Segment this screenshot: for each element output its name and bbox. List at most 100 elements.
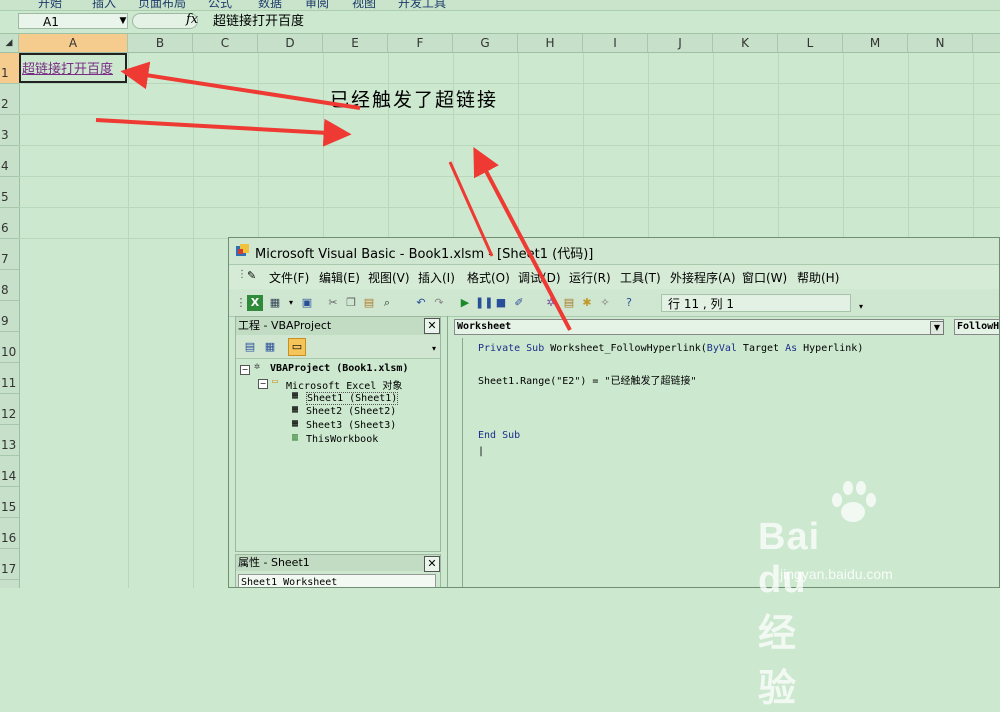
col-header-n[interactable]: N [908,34,973,52]
paste-icon[interactable]: ▤ [361,295,377,311]
ribbon-tab-formulas[interactable]: 公式 [208,0,232,10]
col-header-k[interactable]: K [713,34,778,52]
toolbox-icon[interactable]: ✧ [597,295,613,311]
row-header-12[interactable]: 12 [0,394,19,425]
col-header-h[interactable]: H [518,34,583,52]
row-header-7[interactable]: 7 [0,239,19,270]
row-header-13[interactable]: 13 [0,425,19,456]
row-header-5[interactable]: 5 [0,177,19,208]
col-header-j[interactable]: J [648,34,713,52]
ribbon-tab-insert[interactable]: 插入 [92,0,116,10]
object-select-dropdown-icon[interactable]: ▼ [930,321,944,335]
formula-input[interactable]: 超链接打开百度 [213,13,304,30]
row-header-17[interactable]: 17 [0,549,19,580]
run-icon[interactable]: ▶ [457,295,473,311]
col-header-d[interactable]: D [258,34,323,52]
col-header-e[interactable]: E [323,34,388,52]
properties-window-icon[interactable]: ▤ [561,295,577,311]
tree-node-sheet1[interactable]: Sheet1 (Sheet1) [306,392,399,405]
insert-userform-icon[interactable]: ▦ [267,295,283,311]
reset-icon[interactable]: ■ [493,295,509,311]
select-all-corner[interactable]: ◢ [0,34,19,52]
menu-window[interactable]: 窗口(W) [742,269,787,286]
hyperlink-cell-a1[interactable]: 超链接打开百度 [22,58,113,77]
name-box-dropdown-icon[interactable]: ▼ [116,13,130,29]
menu-edit[interactable]: 编辑(E) [319,269,360,286]
find-icon[interactable]: ⌕ [379,295,395,311]
row-header-14[interactable]: 14 [0,456,19,487]
copy-icon[interactable]: ❐ [343,295,359,311]
menu-file[interactable]: 文件(F) [269,269,309,286]
save-icon[interactable]: ▣ [299,295,315,311]
project-pane-options-icon[interactable]: ▾ [426,341,442,357]
menu-addins[interactable]: 外接程序(A) [670,269,736,286]
ribbon-tab-page-layout[interactable]: 页面布局 [138,0,186,10]
insert-dropdown-icon[interactable]: ▾ [283,295,299,311]
view-code-icon[interactable]: ▤ [242,339,258,355]
properties-pane-close-icon[interactable]: ✕ [424,556,440,572]
row-header-10[interactable]: 10 [0,332,19,363]
code-line-range-assign[interactable]: Sheet1.Range("E2") = "已经触发了超链接" [478,372,696,387]
menu-run[interactable]: 运行(R) [569,269,611,286]
row-header-8[interactable]: 8 [0,270,19,301]
row-header-6[interactable]: 6 [0,208,19,239]
tree-node-sheet3[interactable]: Sheet3 (Sheet3) [306,420,396,431]
row-header-3[interactable]: 3 [0,115,19,146]
col-header-l[interactable]: L [778,34,843,52]
procedure-select[interactable]: FollowHyperlink [954,319,999,335]
col-header-i[interactable]: I [583,34,648,52]
redo-icon[interactable]: ↷ [431,295,447,311]
col-header-g[interactable]: G [453,34,518,52]
menu-debug[interactable]: 调试(D) [518,269,561,286]
row-header-9[interactable]: 9 [0,301,19,332]
menu-format[interactable]: 格式(O) [467,269,510,286]
object-browser-icon[interactable]: ✱ [579,295,595,311]
properties-object-select[interactable]: Sheet1 Worksheet [238,574,436,587]
vbe-menu-icon[interactable]: ✎ [247,269,256,282]
design-mode-icon[interactable]: ✐ [511,295,527,311]
code-line-sub-header[interactable]: Private Sub Worksheet_FollowHyperlink(By… [478,343,863,354]
toolbar-options-icon[interactable]: ▾ [853,299,869,315]
help-icon[interactable]: ? [621,295,637,311]
menu-insert[interactable]: 插入(I) [418,269,455,286]
toggle-folders-icon[interactable]: ▭ [288,338,306,356]
menu-view[interactable]: 视图(V) [368,269,410,286]
tree-node-excel-objects[interactable]: Microsoft Excel 对象 [286,377,402,392]
view-excel-icon[interactable]: X [247,295,263,311]
name-box[interactable]: A1 [18,13,128,29]
project-explorer-icon[interactable]: ✲ [543,295,559,311]
undo-icon[interactable]: ↶ [413,295,429,311]
col-header-b[interactable]: B [128,34,193,52]
menu-tools[interactable]: 工具(T) [620,269,661,286]
row-header-16[interactable]: 16 [0,518,19,549]
menu-help[interactable]: 帮助(H) [797,269,839,286]
ribbon-tab-data[interactable]: 数据 [258,0,282,10]
project-pane-close-icon[interactable]: ✕ [424,318,440,334]
tree-collapse-icon[interactable]: − [240,365,250,375]
col-header-a[interactable]: A [19,34,128,52]
col-header-f[interactable]: F [388,34,453,52]
tree-node-vbaproject[interactable]: VBAProject (Book1.xlsm) [270,363,408,374]
tree-node-thisworkbook[interactable]: ThisWorkbook [306,434,378,445]
code-line-end-sub[interactable]: End Sub [478,430,520,441]
row-header-4[interactable]: 4 [0,146,19,177]
cut-icon[interactable]: ✂ [325,295,341,311]
col-header-m[interactable]: M [843,34,908,52]
vbe-title-bar[interactable]: Microsoft Visual Basic - Book1.xlsm - [S… [229,238,999,265]
tree-collapse-icon[interactable]: − [258,379,268,389]
tree-node-sheet2[interactable]: Sheet2 (Sheet2) [306,406,396,417]
ribbon-tab-home[interactable]: 开始 [38,0,62,10]
col-header-c[interactable]: C [193,34,258,52]
row-header-15[interactable]: 15 [0,487,19,518]
row-header-11[interactable]: 11 [0,363,19,394]
ribbon-tab-developer[interactable]: 开发工具 [398,0,446,10]
insert-function-icon[interactable]: fx [186,12,198,27]
pause-icon[interactable]: ❚❚ [475,295,493,311]
ribbon-tab-view[interactable]: 视图 [352,0,376,10]
row-header-1[interactable]: 1 [0,53,19,84]
view-object-icon[interactable]: ▦ [262,339,278,355]
ribbon-tab-review[interactable]: 审阅 [305,0,329,10]
row-header-2[interactable]: 2 [0,84,19,115]
vbe-title: Microsoft Visual Basic - Book1.xlsm - [S… [255,247,594,262]
object-select[interactable]: Worksheet [454,319,944,335]
